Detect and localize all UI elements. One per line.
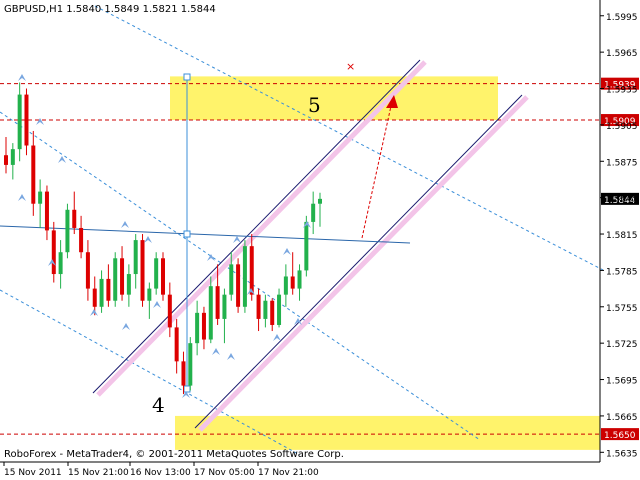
candle-body bbox=[263, 300, 268, 319]
y-tick-label: 1.5725 bbox=[606, 340, 638, 350]
y-tick-label: 1.5845 bbox=[606, 195, 638, 205]
x-tick-label: 15 Nov 21:00 bbox=[68, 468, 129, 478]
chart-footer: RoboForex - MetaTrader4, © 2001-2011 Met… bbox=[4, 449, 344, 460]
candle-body bbox=[44, 191, 49, 231]
candle-body bbox=[4, 155, 8, 165]
candle-body bbox=[58, 252, 63, 275]
candle-body bbox=[201, 312, 206, 340]
x-tick-label: 16 Nov 13:00 bbox=[130, 468, 191, 478]
y-tick-label: 1.5785 bbox=[606, 267, 638, 277]
target-zone bbox=[170, 76, 498, 121]
candle-body bbox=[215, 286, 220, 319]
candle-body bbox=[304, 221, 309, 271]
candle-body bbox=[167, 294, 172, 328]
candle-body bbox=[290, 276, 295, 289]
candle-body bbox=[85, 252, 90, 289]
candle-body bbox=[38, 191, 43, 204]
candle-body bbox=[222, 294, 227, 319]
candle-body bbox=[72, 209, 77, 228]
candle-body bbox=[256, 294, 261, 319]
y-tick-label: 1.5935 bbox=[606, 86, 638, 96]
candle-body bbox=[17, 94, 22, 150]
wave-label-5: 5 bbox=[308, 93, 321, 117]
y-tick-label: 1.5965 bbox=[606, 49, 638, 59]
candle-body bbox=[147, 288, 152, 301]
candle-body bbox=[236, 264, 241, 307]
chart-background bbox=[0, 0, 640, 480]
level-tag-label: 1.5650 bbox=[604, 431, 636, 441]
wave-label-4: 4 bbox=[152, 393, 165, 417]
candle-body bbox=[51, 230, 56, 275]
candle-body bbox=[277, 294, 282, 325]
candle-body bbox=[92, 288, 97, 307]
y-tick-label: 1.5995 bbox=[606, 13, 638, 23]
y-tick-label: 1.5695 bbox=[606, 377, 638, 387]
candle-body bbox=[120, 258, 125, 295]
candle-body bbox=[318, 198, 322, 204]
measure-handle-bottom bbox=[183, 385, 191, 393]
candle-body bbox=[229, 264, 234, 295]
x-tick-label: 17 Nov 05:00 bbox=[194, 468, 255, 478]
x-tick-label: 15 Nov 2011 bbox=[4, 468, 62, 478]
candle-body bbox=[126, 274, 131, 295]
y-tick-label: 1.5755 bbox=[606, 304, 638, 314]
candle-body bbox=[99, 278, 104, 307]
price-chart[interactable]: 1.59391.59091.56501.5844 × 5 4 1.59951.5… bbox=[0, 0, 640, 480]
candle-body bbox=[270, 300, 275, 325]
y-tick-label: 1.5905 bbox=[606, 122, 638, 132]
candle-body bbox=[79, 227, 84, 253]
candle-body bbox=[24, 94, 29, 146]
measure-handle-mid bbox=[183, 230, 191, 238]
target-x-marker: × bbox=[346, 60, 355, 73]
candle-body bbox=[195, 312, 200, 344]
chart-window: 1.5939 1.5909 1.5650 1.5844 × 5 4 1.5995… bbox=[0, 0, 640, 480]
y-tick-label: 1.5815 bbox=[606, 231, 638, 241]
candle-body bbox=[283, 276, 288, 295]
candle-body bbox=[106, 278, 111, 301]
y-tick-label: 1.5665 bbox=[606, 413, 638, 423]
candle-body bbox=[31, 145, 36, 204]
y-tick-label: 1.5875 bbox=[606, 158, 638, 168]
candle-body bbox=[297, 270, 302, 289]
candle-body bbox=[242, 246, 247, 307]
x-tick-label: 17 Nov 21:00 bbox=[258, 468, 319, 478]
candle-body bbox=[65, 209, 70, 253]
candle-body bbox=[188, 343, 193, 386]
candle-body bbox=[10, 149, 15, 165]
candle-body bbox=[208, 286, 213, 340]
candle-body bbox=[133, 240, 138, 275]
candle-body bbox=[311, 203, 316, 222]
candle-body bbox=[113, 258, 118, 301]
y-tick-label: 1.5635 bbox=[606, 449, 638, 459]
candle-body bbox=[174, 327, 179, 362]
candle-body bbox=[161, 258, 165, 295]
measure-handle-top bbox=[183, 73, 191, 81]
candle-body bbox=[154, 258, 159, 289]
candle-body bbox=[140, 240, 145, 301]
candle-body bbox=[249, 246, 254, 295]
candle-body bbox=[181, 361, 186, 386]
chart-header: GBPUSD,H1 1.5840 1.5849 1.5821 1.5844 bbox=[4, 4, 216, 15]
